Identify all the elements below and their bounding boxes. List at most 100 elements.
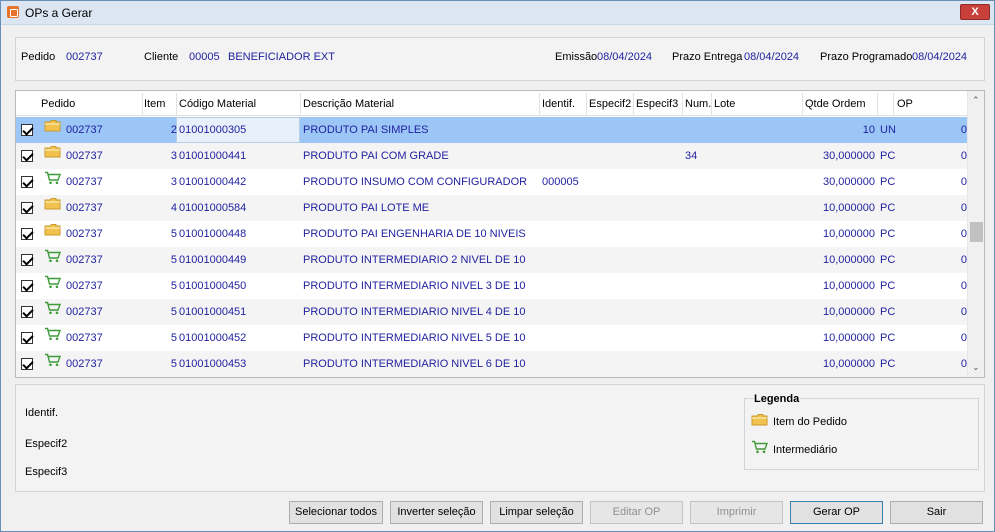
cliente-code: 00005 bbox=[189, 51, 220, 63]
col-identif[interactable]: Identif. bbox=[542, 98, 575, 110]
invert-selection-button[interactable]: Inverter seleção bbox=[390, 501, 483, 524]
cell-codigo: 01001000449 bbox=[179, 254, 247, 266]
cell-pedido: 002737 bbox=[66, 254, 103, 266]
cell-op: 0 bbox=[960, 280, 967, 292]
cell-item: 5 bbox=[170, 358, 177, 370]
cell-qtde: 10,000000 bbox=[823, 306, 875, 318]
col-qtde-ordem[interactable]: Qtde Ordem bbox=[805, 98, 866, 110]
cell-codigo: 01001000451 bbox=[179, 306, 247, 318]
cart-icon bbox=[752, 440, 768, 454]
table-row[interactable]: 002737 5 01001000449 PRODUTO INTERMEDIARIO … bbox=[16, 247, 968, 273]
table-row[interactable]: 002737 5 01001000451 PRODUTO INTERMEDIARIO … bbox=[16, 299, 968, 325]
cell-qtde: 10,000000 bbox=[823, 202, 875, 214]
scroll-down-icon[interactable]: ⌄ bbox=[972, 362, 980, 373]
col-op[interactable]: OP bbox=[897, 98, 913, 110]
folder-icon bbox=[44, 198, 61, 210]
cell-codigo: 01001000453 bbox=[179, 358, 247, 370]
row-checkbox[interactable] bbox=[21, 124, 33, 136]
cell-identif: 000005 bbox=[542, 176, 579, 188]
cell-codigo: 01001000448 bbox=[179, 228, 247, 240]
cell-item: 5 bbox=[170, 254, 177, 266]
app-icon bbox=[7, 6, 19, 18]
print-button[interactable]: Imprimir bbox=[690, 501, 783, 524]
cell-num: 34 bbox=[685, 150, 698, 162]
cell-op: 0 bbox=[960, 124, 967, 136]
generate-op-button[interactable]: Gerar OP bbox=[790, 501, 883, 524]
col-especif2[interactable]: Especif2 bbox=[589, 98, 631, 110]
table-row[interactable]: 002737 5 01001000450 PRODUTO INTERMEDIARIO … bbox=[16, 273, 968, 299]
cart-icon bbox=[45, 171, 61, 185]
row-checkbox[interactable] bbox=[21, 280, 33, 292]
table-row[interactable]: 002737 3 01001000442 PRODUTO INSUMO COM CON… bbox=[16, 169, 968, 195]
prazo-programado-label: Prazo Programado bbox=[820, 51, 913, 63]
close-button[interactable]: X bbox=[960, 4, 990, 20]
edit-op-button[interactable]: Editar OP bbox=[590, 501, 683, 524]
row-checkbox[interactable] bbox=[21, 306, 33, 318]
cell-qtde: 10,000000 bbox=[823, 228, 875, 240]
cell-codigo: 01001000584 bbox=[179, 202, 247, 214]
table-row[interactable]: 002737 3 01001000441 PRODUTO PAI COM GRADE 3… bbox=[16, 143, 968, 169]
cell-item: 3 bbox=[170, 176, 177, 188]
cell-item: 4 bbox=[170, 202, 177, 214]
cell-unidade: UN bbox=[880, 124, 896, 136]
cart-icon bbox=[45, 275, 61, 289]
cell-descricao: PRODUTO INTERMEDIARIO NIVEL 3 DE 10 bbox=[303, 280, 526, 292]
cart-icon bbox=[45, 301, 61, 315]
col-especif3[interactable]: Especif3 bbox=[636, 98, 678, 110]
cell-unidade: PC bbox=[880, 358, 896, 370]
row-checkbox[interactable] bbox=[21, 202, 33, 214]
cliente-name: BENEFICIADOR EXT bbox=[228, 51, 335, 63]
row-checkbox[interactable] bbox=[21, 358, 33, 370]
row-checkbox[interactable] bbox=[21, 150, 33, 162]
ops-grid[interactable]: Pedido Item Código Material Descrição Ma… bbox=[15, 90, 985, 378]
row-checkbox[interactable] bbox=[21, 176, 33, 188]
col-num[interactable]: Num. bbox=[685, 98, 711, 110]
col-item[interactable]: Item bbox=[144, 98, 165, 110]
cell-codigo: 01001000305 bbox=[179, 124, 247, 136]
grid-vertical-scrollbar[interactable]: ⌃ ⌄ bbox=[967, 91, 984, 377]
row-checkbox[interactable] bbox=[21, 254, 33, 266]
cell-qtde: 30,000000 bbox=[823, 150, 875, 162]
prazo-entrega-value: 08/04/2024 bbox=[744, 51, 800, 63]
table-row[interactable]: 002737 5 01001000452 PRODUTO INTERMEDIARIO … bbox=[16, 325, 968, 351]
col-pedido[interactable]: Pedido bbox=[41, 98, 75, 110]
cell-descricao: PRODUTO INTERMEDIARIO NIVEL 5 DE 10 bbox=[303, 332, 526, 344]
legend-item-pedido: Item do Pedido bbox=[773, 416, 847, 428]
cell-descricao: PRODUTO PAI ENGENHARIA DE 10 NIVEIS bbox=[303, 228, 526, 240]
cell-unidade: PC bbox=[880, 228, 896, 240]
cell-pedido: 002737 bbox=[66, 124, 103, 136]
cell-codigo: 01001000442 bbox=[179, 176, 247, 188]
table-row[interactable]: 002737 2 01001000305 PRODUTO PAI SIMPLES 10 U… bbox=[16, 117, 968, 143]
cell-descricao: PRODUTO INTERMEDIARIO NIVEL 4 DE 10 bbox=[303, 306, 526, 318]
emissao-label: Emissão bbox=[555, 51, 598, 63]
col-descricao-material[interactable]: Descrição Material bbox=[303, 98, 394, 110]
cell-op: 0 bbox=[960, 150, 967, 162]
table-row[interactable]: 002737 5 01001000453 PRODUTO INTERMEDIARIO … bbox=[16, 351, 968, 377]
select-all-button[interactable]: Selecionar todos bbox=[289, 501, 383, 524]
cell-codigo: 01001000452 bbox=[179, 332, 247, 344]
legend-title: Legenda bbox=[753, 393, 801, 405]
row-checkbox[interactable] bbox=[21, 332, 33, 344]
cell-pedido: 002737 bbox=[66, 176, 103, 188]
cell-qtde: 10,000000 bbox=[823, 254, 875, 266]
clear-selection-button[interactable]: Limpar seleção bbox=[490, 501, 583, 524]
col-codigo-material[interactable]: Código Material bbox=[179, 98, 256, 110]
prazo-entrega-label: Prazo Entrega bbox=[672, 51, 743, 63]
cell-qtde: 10,000000 bbox=[823, 332, 875, 344]
row-checkbox[interactable] bbox=[21, 228, 33, 240]
order-header-panel: Pedido 002737 Cliente 00005 BENEFICIADOR… bbox=[15, 37, 985, 81]
emissao-value: 08/04/2024 bbox=[597, 51, 653, 63]
cell-codigo: 01001000441 bbox=[179, 150, 247, 162]
cell-pedido: 002737 bbox=[66, 202, 103, 214]
prazo-programado-value: 08/04/2024 bbox=[912, 51, 968, 63]
scroll-thumb[interactable] bbox=[970, 222, 983, 242]
table-row[interactable]: 002737 4 01001000584 PRODUTO PAI LOTE ME 10,… bbox=[16, 195, 968, 221]
cell-op: 0 bbox=[960, 306, 967, 318]
table-row[interactable]: 002737 5 01001000448 PRODUTO PAI ENGENHARIA… bbox=[16, 221, 968, 247]
exit-button[interactable]: Sair bbox=[890, 501, 983, 524]
scroll-up-icon[interactable]: ⌃ bbox=[972, 95, 980, 106]
cell-unidade: PC bbox=[880, 306, 896, 318]
col-lote[interactable]: Lote bbox=[714, 98, 735, 110]
legend-intermediario: Intermediário bbox=[773, 444, 838, 456]
cell-pedido: 002737 bbox=[66, 306, 103, 318]
